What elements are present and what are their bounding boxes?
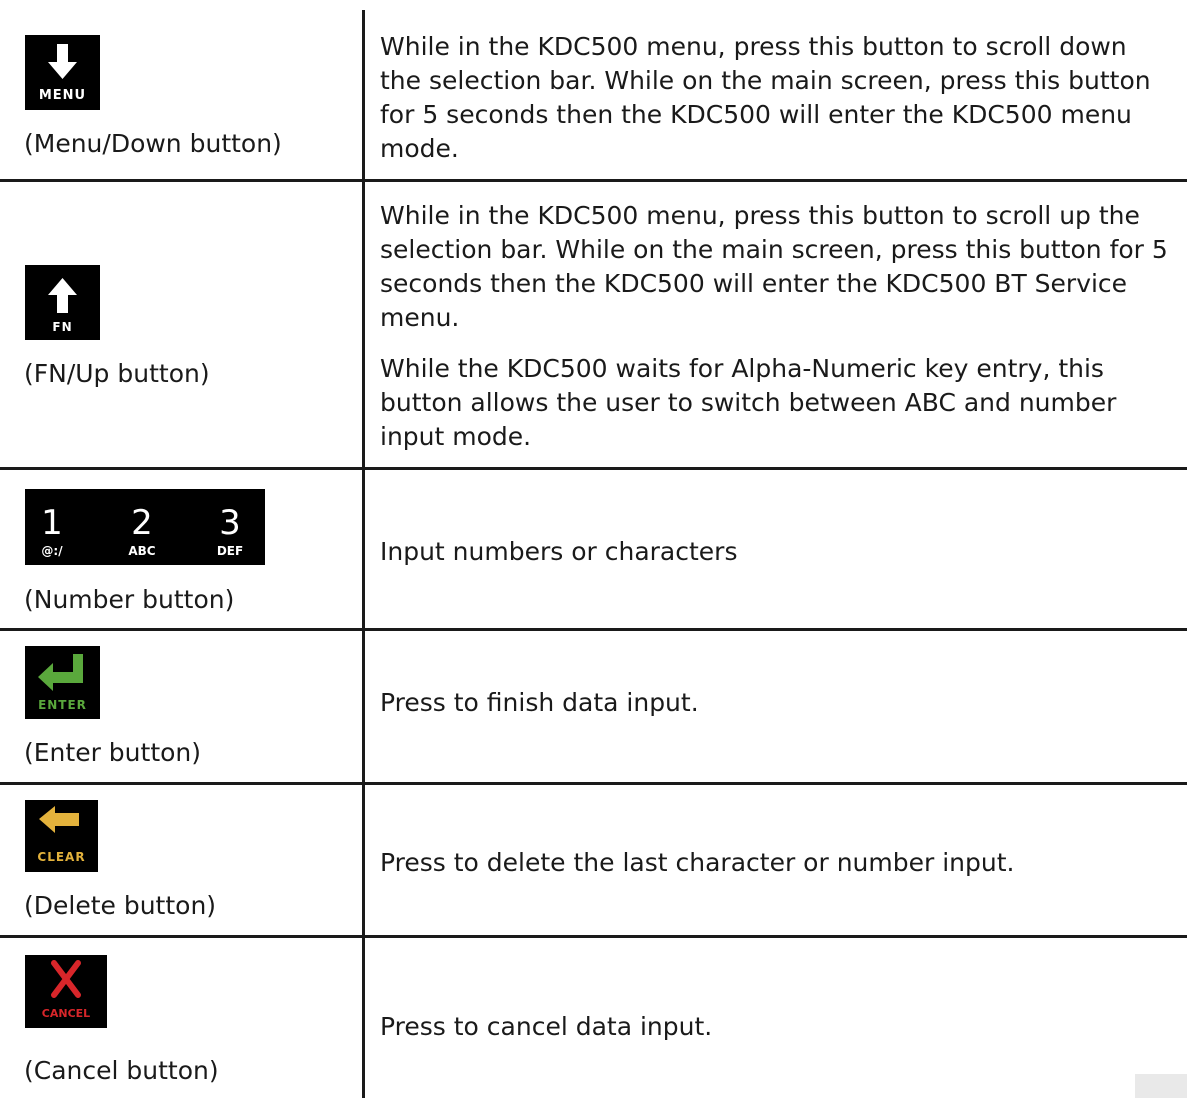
- number-keys-image: 1 @:/ 2 ABC 3 DEF: [25, 489, 265, 565]
- number-key-1-letters: @:/: [41, 544, 63, 558]
- row-divider: [0, 467, 1187, 470]
- menu-down-key-image: MENU: [25, 35, 100, 110]
- key-description: Press to finish data input.: [380, 686, 1170, 720]
- number-key-1-digit: 1: [41, 503, 63, 543]
- key-description: While in the KDC500 menu, press this but…: [380, 30, 1170, 166]
- description-paragraph: While the KDC500 waits for Alpha-Numeric…: [380, 354, 1117, 451]
- key-caption: (Delete button): [24, 891, 217, 920]
- description-paragraph: While in the KDC500 menu, press this but…: [380, 32, 1151, 163]
- description-paragraph: Press to delete the last character or nu…: [380, 848, 1015, 877]
- row-divider: [0, 782, 1187, 785]
- left-arrow-icon: CLEAR: [37, 806, 85, 864]
- key-label: FN: [52, 320, 72, 334]
- fn-up-key-image: FN: [25, 265, 100, 340]
- key-caption: (Enter button): [24, 738, 202, 767]
- key-description: While in the KDC500 menu, press this but…: [380, 199, 1170, 454]
- up-arrow-icon: FN: [48, 278, 77, 334]
- key-caption: (FN/Up button): [24, 359, 210, 388]
- clear-key-image: CLEAR: [25, 800, 98, 872]
- number-keys-icon: 1 @:/ 2 ABC 3 DEF: [41, 503, 243, 558]
- cancel-key-image: CANCEL: [25, 955, 107, 1028]
- key-label: MENU: [39, 88, 86, 103]
- down-arrow-icon: MENU: [39, 44, 86, 103]
- key-label: CANCEL: [42, 1007, 90, 1020]
- number-key-3-letters: DEF: [217, 544, 243, 558]
- row-divider: [0, 628, 1187, 631]
- description-paragraph: Press to cancel data input.: [380, 1012, 713, 1041]
- key-label: CLEAR: [37, 850, 85, 864]
- key-caption: (Number button): [24, 585, 235, 614]
- corner-tab: [1135, 1074, 1187, 1098]
- row-divider: [0, 179, 1187, 182]
- description-paragraph: Press to finish data input.: [380, 688, 699, 717]
- number-key-2-letters: ABC: [128, 544, 155, 558]
- key-description: Press to delete the last character or nu…: [380, 846, 1170, 880]
- enter-arrow-icon: ENTER: [38, 654, 87, 712]
- number-key-3-digit: 3: [219, 503, 241, 543]
- key-description: Input numbers or characters: [380, 535, 1170, 569]
- enter-key-image: ENTER: [25, 646, 100, 719]
- description-paragraph: While in the KDC500 menu, press this but…: [380, 201, 1168, 332]
- number-key-2-digit: 2: [131, 503, 153, 543]
- key-label: ENTER: [38, 698, 87, 712]
- key-description: Press to cancel data input.: [380, 1010, 1170, 1044]
- key-caption: (Menu/Down button): [24, 129, 282, 158]
- x-icon: CANCEL: [42, 960, 90, 1020]
- key-caption: (Cancel button): [24, 1056, 219, 1085]
- row-divider: [0, 935, 1187, 938]
- description-paragraph: Input numbers or characters: [380, 537, 738, 566]
